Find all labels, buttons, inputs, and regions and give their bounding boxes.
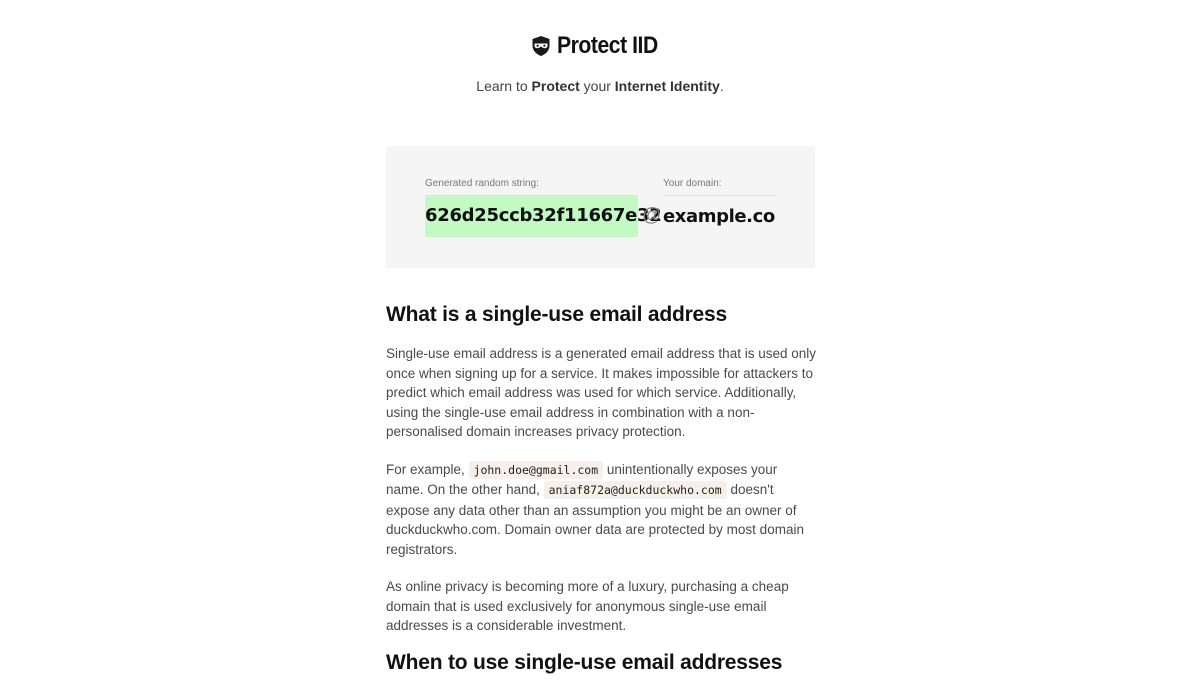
- article: What is a single-use email address Singl…: [386, 298, 818, 636]
- tagline-text-1: Learn to: [476, 78, 532, 94]
- paragraph-investment: As online privacy is becoming more of a …: [386, 579, 789, 633]
- domain-label: Your domain:: [663, 178, 722, 189]
- shield-mask-icon: [531, 35, 551, 57]
- example-text-1: For example,: [386, 461, 469, 477]
- section-heading-what-is: What is a single-use email address: [386, 303, 727, 326]
- domain-input[interactable]: [663, 195, 775, 237]
- tagline-emphasis-protect: Protect: [531, 78, 580, 94]
- tagline: Learn to Protect your Internet Identity.: [0, 78, 1200, 94]
- paragraph-definition: Single-use email address is a generated …: [386, 346, 816, 439]
- email-generator-panel: Generated random string: Your domain: 62…: [386, 146, 815, 268]
- at-symbol: @: [642, 205, 662, 226]
- logo-link[interactable]: Protect IID: [0, 30, 1200, 62]
- tagline-text-3: .: [719, 78, 724, 94]
- random-string-label: Generated random string:: [425, 178, 539, 189]
- tagline-emphasis-identity: Internet Identity: [614, 78, 720, 94]
- section-heading-when-to-use: When to use single-use email addresses: [386, 651, 783, 674]
- tagline-text-2: your: [579, 78, 615, 94]
- brand-name: Protect IID: [557, 32, 658, 59]
- paragraph-example: For example, john.doe@gmail.com unintent…: [386, 460, 818, 560]
- example-code-personal: john.doe@gmail.com: [468, 460, 604, 479]
- example-code-anonymous: aniaf872a@duckduckwho.com: [543, 481, 727, 499]
- random-string-value[interactable]: 626d25ccb32f11667e32: [425, 195, 662, 237]
